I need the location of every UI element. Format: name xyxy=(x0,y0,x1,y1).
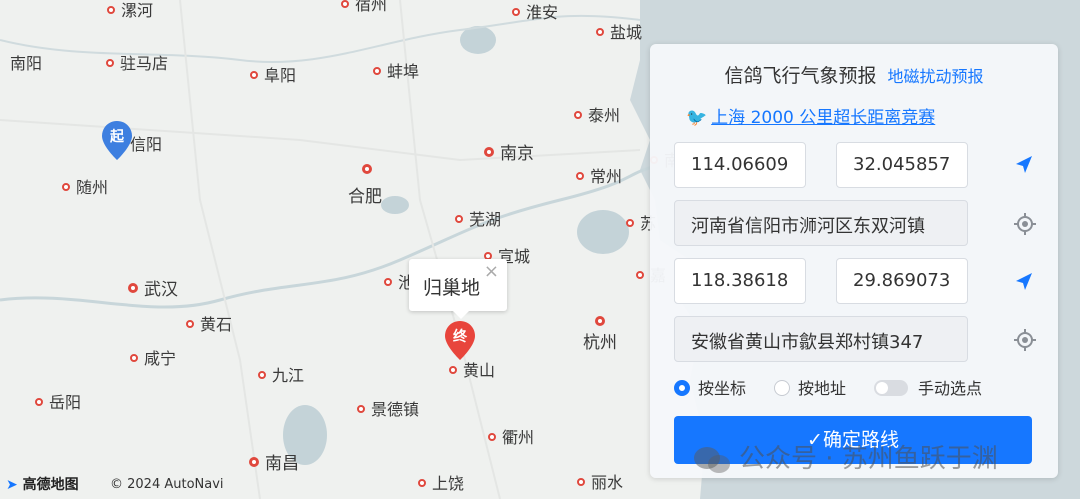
city-label: 淮安 xyxy=(512,4,558,22)
geomagnetic-forecast-link[interactable]: 地磁扰动预报 xyxy=(888,67,984,86)
start-latitude-input[interactable]: 32.045857 xyxy=(836,142,968,188)
city-dot-icon xyxy=(596,27,604,36)
city-dot-icon xyxy=(106,58,114,67)
city-dot-icon xyxy=(341,0,349,8)
wechat-watermark: 公众号 · 苏州鱼跃于渊 xyxy=(693,438,998,475)
city-label: 盐城 xyxy=(596,24,642,42)
city-dot-icon xyxy=(574,110,582,119)
radio-unchecked-icon xyxy=(774,379,790,396)
popup-close-icon[interactable]: × xyxy=(484,261,499,282)
city-dot-icon xyxy=(249,457,259,467)
city-dot-icon xyxy=(626,218,634,227)
city-label: 黄山 xyxy=(449,362,495,380)
locate-arrow-icon[interactable] xyxy=(1012,153,1036,177)
start-address-input[interactable]: 河南省信阳市浉河区东双河镇 xyxy=(674,200,968,246)
city-dot-icon xyxy=(130,353,138,362)
city-label: 黄石 xyxy=(186,316,232,334)
manual-pick-toggle[interactable]: 手动选点 xyxy=(874,375,982,399)
end-latitude-input[interactable]: 29.869073 xyxy=(836,258,968,304)
city-label: 常州 xyxy=(576,168,622,186)
city-dot-icon xyxy=(449,365,457,374)
end-marker[interactable]: 终 xyxy=(444,320,476,362)
city-dot-icon xyxy=(636,270,644,279)
city-dot-icon xyxy=(455,214,463,223)
popup-text: 归巢地 xyxy=(423,277,481,299)
city-dot-icon xyxy=(362,164,372,174)
target-icon[interactable] xyxy=(1013,328,1037,352)
end-address-input[interactable]: 安徽省黄山市歙县郑村镇347 xyxy=(674,316,968,362)
city-dot-icon xyxy=(128,283,138,293)
city-dot-icon xyxy=(373,66,381,75)
city-label: 咸宁 xyxy=(130,350,176,368)
city-label: 杭州 xyxy=(583,316,617,352)
toggle-switch-icon xyxy=(874,379,908,396)
route-panel: 信鸽飞行气象预报 地磁扰动预报 🐦 上海 2000 公里超长距离竞赛 114.06… xyxy=(650,44,1058,478)
city-label: 信阳 xyxy=(130,135,163,154)
city-dot-icon xyxy=(512,7,520,16)
city-label: 南京 xyxy=(484,145,534,163)
city-label: 阜阳 xyxy=(250,67,296,85)
city-dot-icon xyxy=(186,319,194,328)
city-dot-icon xyxy=(62,182,70,191)
start-longitude-input[interactable]: 114.06609 xyxy=(674,142,806,188)
city-label: 丽水 xyxy=(577,474,623,492)
city-label: 合肥 xyxy=(348,164,382,206)
amap-logo: ➤ 高德地图 xyxy=(6,477,79,493)
city-label: 衢州 xyxy=(488,429,534,447)
city-dot-icon xyxy=(484,147,494,157)
city-label: 驻马店 xyxy=(106,55,168,73)
city-dot-icon xyxy=(250,70,258,79)
city-dot-icon xyxy=(488,432,496,441)
end-longitude-input[interactable]: 118.38618 xyxy=(674,258,806,304)
city-label: 景德镇 xyxy=(357,401,419,419)
option-by-coordinates[interactable]: 按坐标 xyxy=(674,375,746,399)
city-dot-icon xyxy=(576,171,584,180)
city-dot-icon xyxy=(258,370,266,379)
city-dot-icon xyxy=(35,397,43,406)
city-dot-icon xyxy=(384,277,392,286)
radio-checked-icon xyxy=(674,379,690,396)
panel-header: 信鸽飞行气象预报 地磁扰动预报 xyxy=(650,61,1058,88)
city-label: 南阳 xyxy=(10,54,43,73)
start-marker[interactable]: 起 xyxy=(101,120,133,162)
wechat-icon xyxy=(694,446,730,473)
city-label: 漯河 xyxy=(107,2,153,20)
city-dot-icon xyxy=(418,478,426,487)
city-label: 武汉 xyxy=(128,281,178,299)
city-label: 南昌 xyxy=(249,455,299,473)
city-dot-icon xyxy=(357,404,365,413)
city-label: 九江 xyxy=(258,367,304,385)
city-label: 宿州 xyxy=(341,0,387,14)
city-label: 上饶 xyxy=(418,475,464,493)
city-label: 岳阳 xyxy=(35,394,81,412)
city-label: 芜湖 xyxy=(455,211,501,229)
city-dot-icon xyxy=(595,316,605,326)
destination-popup: 归巢地 × xyxy=(409,259,507,319)
option-by-address[interactable]: 按地址 xyxy=(774,375,846,399)
race-link[interactable]: 🐦 上海 2000 公里超长距离竞赛 xyxy=(686,103,935,128)
city-label: 蚌埠 xyxy=(373,63,419,81)
panel-title: 信鸽飞行气象预报 xyxy=(724,65,877,87)
locate-arrow-icon[interactable] xyxy=(1012,270,1036,294)
city-label: 泰州 xyxy=(574,107,620,125)
target-icon[interactable] xyxy=(1013,212,1037,236)
city-label: 随州 xyxy=(62,179,108,197)
city-dot-icon xyxy=(107,5,115,14)
map-copyright: © 2024 AutoNavi xyxy=(110,477,224,492)
city-dot-icon xyxy=(577,477,585,486)
bird-icon: 🐦 xyxy=(686,108,708,128)
